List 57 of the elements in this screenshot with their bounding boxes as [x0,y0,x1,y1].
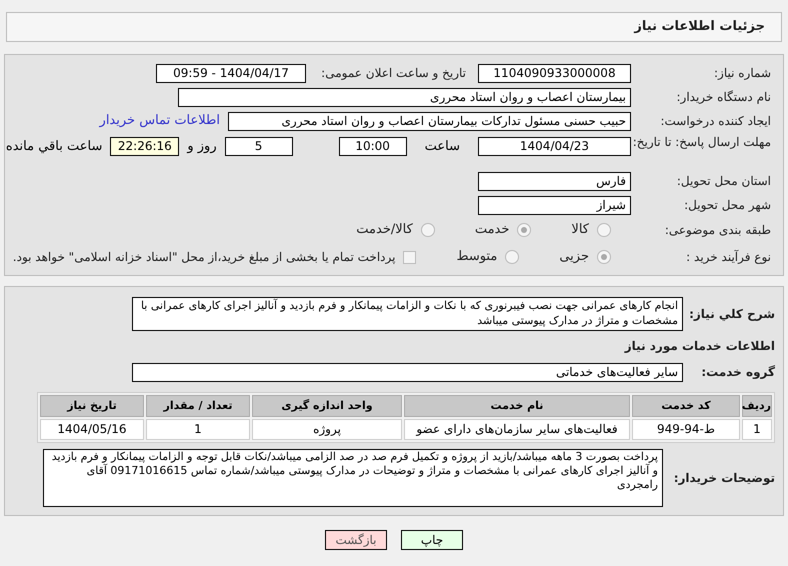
radio-button[interactable] [505,250,520,264]
remaining-label: ساعت باقي مانده [6,138,102,156]
text-field[interactable]: 1104090933000008 [478,64,631,82]
field-label: نام دستگاه خریدار: [676,90,771,104]
text-field[interactable]: 5 [224,137,293,156]
field-label: شهر محل تحویل: [683,198,771,212]
text-field[interactable]: 1404/04/23 [478,137,631,156]
radio-label: خدمت [474,221,510,240]
table-cell: 1 [742,419,772,440]
text-field[interactable]: شیراز [478,196,631,214]
field-label: شماره نیاز: [713,66,771,80]
field-label: گروه خدمت: [700,365,775,380]
table-cell: ط-94-949 [632,419,740,440]
text-field[interactable]: فارس [478,172,631,190]
text-field[interactable]: 1404/04/17 - 09:59 [156,64,306,82]
field-label: نوع فرآیند خرید : [685,250,771,264]
column-header: واحد اندازه گیری [252,395,402,417]
checkbox-label: پرداخت تمام یا بخشی از مبلغ خرید،از محل "اسناد خزانه اسلامی" خواهد بود. [12,249,396,266]
buyer-contact-link[interactable]: اطلاعات تماس خریدار [100,111,220,131]
radio-button[interactable] [517,223,532,237]
column-header: کد خدمت [632,395,740,417]
radio-label: متوسط [456,248,498,266]
notes-textarea[interactable]: پرداخت بصورت 3 ماهه میباشد/بازید از پروژه و تکمیل فرم صد در صد الزامی میباشد/نکات قابل توجه و الزامات پیمانکار و فرم بازدید و آنالیز اجرای کارهای عمرانی با مشخصات و متراژ و توضیحات در مدارک پیوستی میباشد/شماره تماس 09171016615 آقای رامجردی [43,449,663,507]
radio-label: کالا/خدمت [356,221,413,240]
text-field[interactable]: بیمارستان اعصاب و روان استاد محرری [178,88,631,106]
column-header: ردیف [742,395,772,417]
radio-label: کالا [571,221,589,240]
field-label: تاریخ و ساعت اعلان عمومی: [320,66,466,80]
radio-label: جزیی [559,248,589,266]
radio-button[interactable] [597,250,611,264]
text-field[interactable]: 10:00 [338,137,407,156]
table-cell: فعالیت‌های سایر سازمان‌های دارای عضو [404,419,630,440]
back-button[interactable]: بازگشت [325,530,387,550]
countdown-field[interactable]: 22:26:16 [110,137,180,156]
checkbox[interactable] [403,250,416,264]
table-cell: 1 [146,419,250,440]
days-label: روز و [187,138,217,156]
text-field[interactable]: سایر فعالیت‌های خدماتی [132,363,683,382]
field-label: شرح کلي نياز: [688,306,775,322]
field-label: توضیحات خریدار: [672,470,775,486]
radio-button[interactable] [420,223,435,237]
field-label: ایجاد کننده درخواست: [659,114,771,128]
field-label: طبقه بندی موضوعی: [664,222,771,238]
column-header: تاریخ نیاز [40,395,144,417]
column-header: تعداد / مقدار [146,395,250,417]
description-textarea[interactable]: انجام کارهای عمرانی جهت نصب فیبرنوری که با نکات و الزامات پیمانکار و فرم بازدید و آنالیز اجرای کارهای عمرانی با مشخصات و متراژ در مدارک پیوستی میباشد [132,297,683,331]
text-field[interactable]: حبیب حسنی مسئول تدارکات بیمارستان اعصاب و روان استاد محرری [228,112,631,130]
table-cell: 1404/05/16 [40,419,144,440]
field-label: مهلت ارسال پاسخ: تا تاریخ: [632,135,771,150]
section-heading: اطلاعات خدمات مورد نياز [623,338,775,355]
radio-button[interactable] [597,223,611,237]
time-label: ساعت [424,138,460,156]
print-button[interactable]: چاپ [401,530,463,550]
field-label: استان محل تحویل: [676,174,771,188]
table-cell: پروژه [252,419,402,440]
page-title: جزئیات اطلاعات نیاز [634,18,765,36]
column-header: نام خدمت [404,395,630,417]
